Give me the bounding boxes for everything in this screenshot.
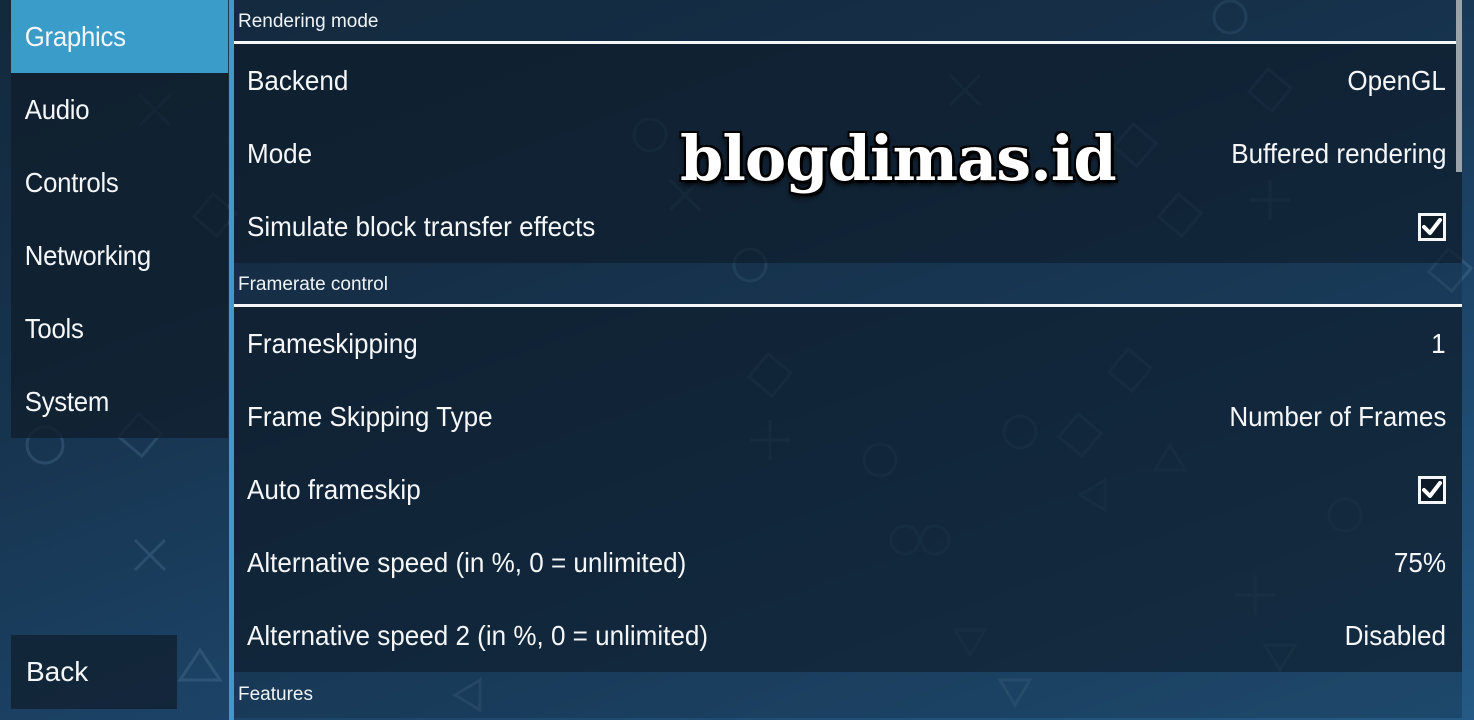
setting-simulate-block-transfer[interactable]: Simulate block transfer effects [234,190,1462,263]
sidebar-item-label: Tools [24,312,84,344]
setting-alternative-speed-2[interactable]: Alternative speed 2 (in %, 0 = unlimited… [234,599,1462,672]
setting-value: OpenGL [1347,64,1446,96]
sidebar-item-label: Audio [24,93,90,125]
setting-value: Disabled [1344,619,1446,651]
checkmark-icon [1422,480,1442,498]
setting-label: Alternative speed (in %, 0 = unlimited) [247,546,687,578]
setting-value: Buffered rendering [1230,137,1446,169]
section-header-framerate: Framerate control [234,263,1462,307]
setting-label: Mode [247,137,313,169]
sidebar-item-label: Networking [24,239,151,271]
section-header-features: Features [234,672,1462,718]
sidebar-item-audio[interactable]: Audio [11,73,229,146]
checkmark-icon [1422,217,1442,235]
settings-sidebar: Graphics Audio Controls Networking Tools… [11,0,229,438]
setting-value: Number of Frames [1228,400,1446,432]
setting-value: 1 [1431,327,1446,359]
checkbox-checked[interactable] [1418,475,1446,504]
setting-label: Frame Skipping Type [247,400,493,432]
setting-frame-skipping-type[interactable]: Frame Skipping Type Number of Frames [234,380,1462,453]
setting-label: Auto frameskip [247,473,421,505]
watermark-text: blogdimas.id [680,122,1117,195]
setting-label: Frameskipping [247,327,418,359]
setting-label: Backend [247,64,349,96]
sidebar-item-tools[interactable]: Tools [11,292,229,365]
sidebar-item-graphics[interactable]: Graphics [11,0,229,73]
checkbox-checked[interactable] [1418,212,1446,241]
setting-alternative-speed[interactable]: Alternative speed (in %, 0 = unlimited) … [234,526,1462,599]
sidebar-item-system[interactable]: System [11,365,229,438]
sidebar-item-controls[interactable]: Controls [11,146,229,219]
setting-value: 75% [1393,546,1446,578]
setting-auto-frameskip[interactable]: Auto frameskip [234,453,1462,526]
setting-frameskipping[interactable]: Frameskipping 1 [234,307,1462,380]
sidebar-item-label: System [24,385,110,417]
setting-label: Alternative speed 2 (in %, 0 = unlimited… [247,619,709,651]
section-header-rendering: Rendering mode [234,0,1462,44]
settings-content: Rendering mode Backend OpenGL Mode Buffe… [234,0,1462,718]
scrollbar-thumb[interactable] [1456,0,1462,172]
sidebar-item-networking[interactable]: Networking [11,219,229,292]
framerate-group: Frameskipping 1 Frame Skipping Type Numb… [234,307,1462,672]
sidebar-item-label: Controls [24,166,119,198]
sidebar-item-label: Graphics [24,20,126,52]
setting-backend[interactable]: Backend OpenGL [234,44,1462,117]
back-button[interactable]: Back [11,635,177,709]
back-button-label: Back [26,656,89,687]
setting-label: Simulate block transfer effects [247,210,596,242]
